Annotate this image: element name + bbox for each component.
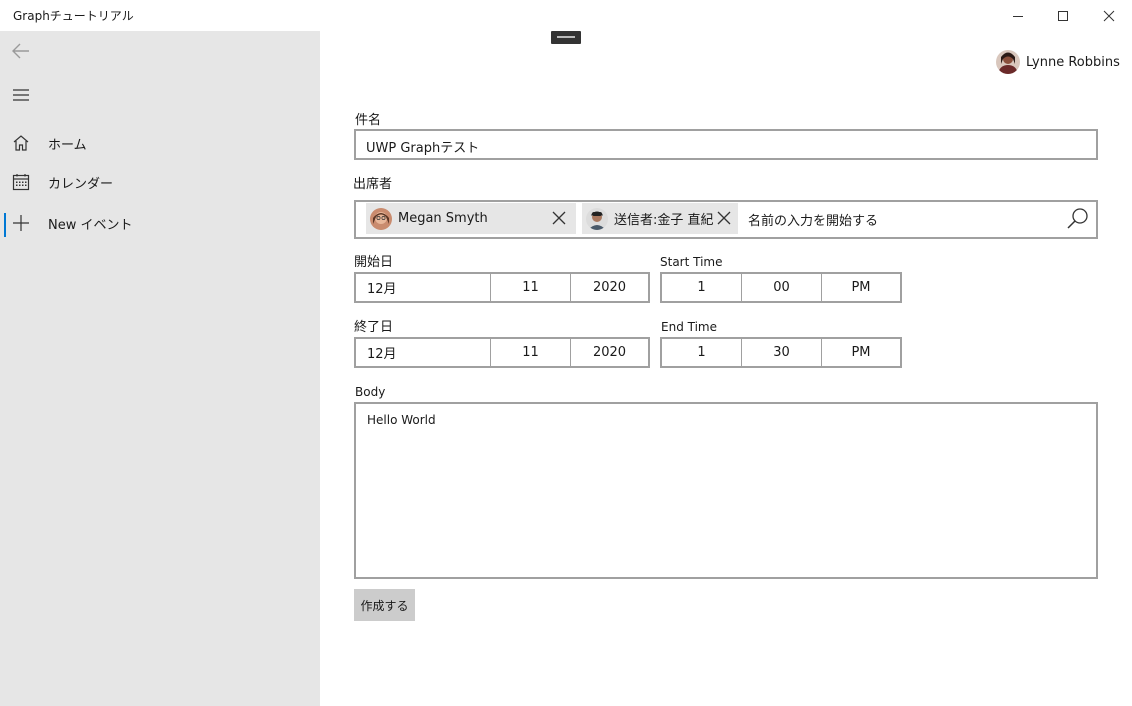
home-icon — [13, 135, 29, 151]
hamburger-icon — [13, 89, 29, 101]
hamburger-menu-button[interactable] — [10, 84, 32, 106]
attendee-search-placeholder[interactable]: 名前の入力を開始する — [748, 210, 878, 229]
back-button[interactable] — [10, 40, 32, 62]
nav-item-home[interactable]: ホーム — [0, 123, 320, 163]
avatar — [370, 207, 392, 230]
attendee-name: 送信者:金子 直紀 — [614, 213, 714, 228]
attendee-name: Megan Smyth — [398, 211, 488, 226]
search-icon[interactable] — [1066, 207, 1090, 231]
end-date-picker[interactable]: 12月 11 2020 — [354, 337, 650, 368]
nav-item-new-event[interactable]: New イベント — [0, 203, 320, 243]
nav-item-calendar[interactable]: カレンダー — [0, 162, 320, 202]
nav-item-label: New イベント — [48, 218, 133, 233]
remove-attendee-icon[interactable] — [552, 211, 566, 225]
window-title: Graphチュートリアル — [13, 9, 134, 23]
maximize-button[interactable] — [1040, 0, 1086, 31]
end-day[interactable]: 11 — [491, 339, 571, 366]
end-month[interactable]: 12月 — [356, 339, 491, 366]
end-hour[interactable]: 1 — [662, 339, 742, 366]
calendar-icon — [12, 174, 30, 191]
close-window-button[interactable] — [1086, 0, 1132, 31]
maximize-icon — [1058, 10, 1068, 21]
create-button[interactable]: 作成する — [354, 589, 415, 621]
attendee-token[interactable]: 送信者:金子 直紀 — [582, 203, 738, 234]
remove-attendee-icon[interactable] — [717, 211, 731, 225]
navigation-pane: ホーム カレンダー New イベント — [0, 31, 320, 706]
nav-item-label: ホーム — [48, 138, 87, 153]
avatar — [586, 207, 608, 230]
start-time-label: Start Time — [660, 255, 723, 269]
end-minute[interactable]: 30 — [742, 339, 822, 366]
title-bar: Graphチュートリアル — [0, 0, 1132, 31]
minimize-icon — [1013, 15, 1023, 17]
minimize-button[interactable] — [995, 0, 1041, 31]
end-date-label: 終了日 — [354, 320, 394, 335]
attendee-token[interactable]: Megan Smyth — [366, 203, 576, 234]
drag-handle[interactable] — [551, 31, 581, 44]
end-time-picker[interactable]: 1 30 PM — [660, 337, 902, 368]
plus-icon — [13, 215, 29, 231]
body-label: Body — [355, 385, 386, 399]
start-date-picker[interactable]: 12月 11 2020 — [354, 272, 650, 303]
start-date-label: 開始日 — [354, 255, 394, 270]
subject-input[interactable]: UWP Graphテスト — [354, 129, 1098, 160]
start-month[interactable]: 12月 — [356, 274, 491, 301]
body-value: Hello World — [367, 413, 436, 427]
attendees-label: 出席者 — [353, 177, 393, 192]
subject-label: 件名 — [355, 113, 382, 128]
start-time-picker[interactable]: 1 00 PM — [660, 272, 902, 303]
close-icon — [1103, 10, 1115, 21]
start-hour[interactable]: 1 — [662, 274, 742, 301]
user-name: Lynne Robbins — [1026, 54, 1120, 70]
start-minute[interactable]: 00 — [742, 274, 822, 301]
start-year[interactable]: 2020 — [571, 274, 648, 301]
end-time-label: End Time — [661, 320, 717, 334]
end-period[interactable]: PM — [822, 339, 900, 366]
body-textarea[interactable]: Hello World — [354, 402, 1098, 579]
subject-value: UWP Graphテスト — [366, 141, 480, 156]
start-period[interactable]: PM — [822, 274, 900, 301]
user-account[interactable]: Lynne Robbins — [996, 49, 1120, 75]
start-day[interactable]: 11 — [491, 274, 571, 301]
avatar — [996, 50, 1020, 74]
end-year[interactable]: 2020 — [571, 339, 648, 366]
nav-item-label: カレンダー — [48, 177, 114, 192]
back-arrow-icon — [12, 43, 29, 59]
